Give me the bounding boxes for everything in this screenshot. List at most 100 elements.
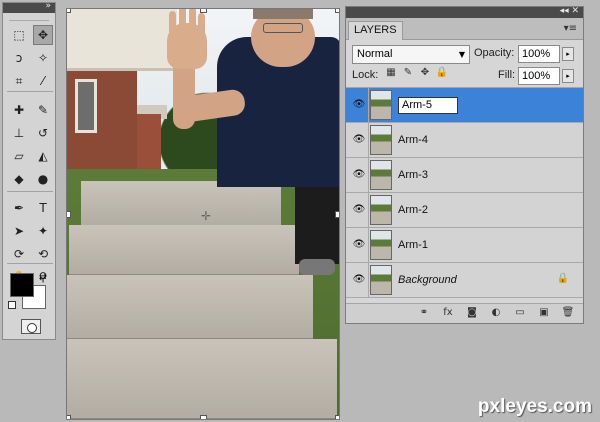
layer-rename-input[interactable]: Arm-5 <box>398 97 458 114</box>
transform-handle[interactable] <box>67 9 71 13</box>
collapse-icon[interactable]: » <box>45 1 51 11</box>
lock-position-icon[interactable]: ✥ <box>418 67 432 81</box>
chevron-down-icon: ▼ <box>458 50 465 59</box>
history-brush-tool-icon[interactable]: ↺ <box>33 123 53 143</box>
layer-row[interactable]: 👁 Arm-5 <box>346 88 583 123</box>
layer-row[interactable]: 👁 Arm-2 <box>346 193 583 228</box>
eye-icon[interactable]: 👁 <box>351 99 367 111</box>
healing-brush-tool-icon[interactable]: ✚ <box>9 100 29 120</box>
lock-icon: 🔒 <box>556 273 569 284</box>
layer-thumbnail[interactable] <box>370 125 392 155</box>
transform-handle[interactable] <box>335 211 339 218</box>
eye-icon[interactable]: 👁 <box>351 204 367 216</box>
finger <box>179 9 186 29</box>
finger <box>198 13 205 37</box>
layer-name[interactable]: Arm-4 <box>398 134 428 146</box>
house-roof-near <box>67 9 177 71</box>
lock-all-icon[interactable]: 🔒 <box>435 67 449 81</box>
lock-label: Lock: <box>352 69 379 81</box>
panel-menu-icon[interactable]: ▾≡ <box>564 23 577 34</box>
tab-layers[interactable]: LAYERS <box>348 21 403 40</box>
adjustment-layer-icon[interactable]: ◐ <box>488 307 504 321</box>
opacity-label: Opacity: <box>474 47 515 59</box>
lock-transparent-icon[interactable]: ▦ <box>384 67 398 81</box>
eye-icon[interactable]: 👁 <box>351 274 367 286</box>
magic-wand-tool-icon[interactable]: ✧ <box>33 48 53 68</box>
path-selection-tool-icon[interactable]: ➤ <box>9 221 29 241</box>
delete-layer-icon[interactable]: 🗑 <box>560 307 576 321</box>
layers-panel-header[interactable]: ◂◂ ✕ <box>346 6 583 18</box>
transform-handle[interactable] <box>335 9 339 13</box>
shape-tool-icon[interactable]: ✦ <box>33 221 53 241</box>
finger <box>189 9 196 31</box>
layer-row[interactable]: 👁 Arm-4 <box>346 123 583 158</box>
blend-mode-select[interactable]: Normal ▼ <box>352 45 470 64</box>
layer-thumbnail[interactable] <box>370 90 392 120</box>
stair-step <box>81 181 281 229</box>
eye-icon[interactable]: 👁 <box>351 134 367 146</box>
layers-panel: ◂◂ ✕ LAYERS ▾≡ Normal ▼ Opacity: 100% ▸ … <box>345 6 584 324</box>
eye-icon[interactable]: 👁 <box>351 239 367 251</box>
tools-grip[interactable] <box>9 13 49 21</box>
lasso-tool-icon[interactable]: ↄ <box>9 48 29 68</box>
man-forearm <box>173 59 195 129</box>
transform-handle[interactable] <box>335 415 339 419</box>
dodge-tool-icon[interactable]: ● <box>33 169 53 189</box>
type-tool-icon[interactable]: T <box>33 198 53 218</box>
eraser-tool-icon[interactable]: ▱ <box>9 146 29 166</box>
new-group-icon[interactable]: ▭ <box>512 307 528 321</box>
opacity-slider-button[interactable]: ▸ <box>562 47 574 61</box>
tool-divider <box>7 91 53 92</box>
default-colors-icon[interactable] <box>8 301 16 309</box>
layer-thumbnail[interactable] <box>370 230 392 260</box>
house-window <box>75 79 97 133</box>
blur-tool-icon[interactable]: ◆ <box>9 169 29 189</box>
layer-thumbnail[interactable] <box>370 160 392 190</box>
3d-rotate-tool-icon[interactable]: ⟳ <box>9 244 29 264</box>
stair-step <box>67 275 313 341</box>
layers-tab-bar: LAYERS ▾≡ <box>346 18 583 40</box>
layer-row[interactable]: 👁 Background 🔒 <box>346 263 583 298</box>
panel-controls-icon[interactable]: ◂◂ ✕ <box>560 6 579 16</box>
new-layer-icon[interactable]: ▣ <box>536 307 552 321</box>
layer-thumbnail[interactable] <box>370 265 392 295</box>
tools-panel-header[interactable]: » <box>3 1 55 13</box>
clone-stamp-tool-icon[interactable]: ⊥ <box>9 123 29 143</box>
transform-handle[interactable] <box>200 415 207 419</box>
quick-mask-button[interactable] <box>21 319 41 334</box>
transform-center-icon[interactable]: ✛ <box>201 209 211 223</box>
layer-style-icon[interactable]: fx <box>440 307 456 321</box>
divider <box>368 88 369 123</box>
opacity-input[interactable]: 100% <box>518 45 560 63</box>
transform-handle[interactable] <box>67 415 71 419</box>
add-mask-icon[interactable]: ◙ <box>464 307 480 321</box>
transform-handle[interactable] <box>67 211 71 218</box>
brush-tool-icon[interactable]: ✎ <box>33 100 53 120</box>
transform-handle[interactable] <box>200 9 207 13</box>
fill-slider-button[interactable]: ▸ <box>562 69 574 83</box>
layer-name[interactable]: Arm-3 <box>398 169 428 181</box>
foreground-color-swatch[interactable] <box>10 273 34 297</box>
paint-bucket-tool-icon[interactable]: ◭ <box>33 146 53 166</box>
stair-step <box>67 339 337 419</box>
eye-icon[interactable]: 👁 <box>351 169 367 181</box>
man-hair <box>253 9 313 19</box>
marquee-tool-icon[interactable]: ⬚ <box>9 25 29 45</box>
3d-orbit-tool-icon[interactable]: ⟲ <box>33 244 53 264</box>
layer-row[interactable]: 👁 Arm-1 <box>346 228 583 263</box>
layer-name[interactable]: Arm-1 <box>398 239 428 251</box>
layer-thumbnail[interactable] <box>370 195 392 225</box>
crop-tool-icon[interactable]: ⌗ <box>9 71 29 91</box>
move-tool-icon[interactable]: ✥ <box>33 25 53 45</box>
image-canvas[interactable]: ✛ <box>66 8 340 420</box>
link-layers-icon[interactable]: ⚭ <box>416 307 432 321</box>
layer-name[interactable]: Background <box>398 274 457 286</box>
eyedropper-tool-icon[interactable]: ⁄ <box>33 71 53 91</box>
blend-mode-value: Normal <box>357 48 393 60</box>
swap-colors-icon[interactable]: ⇄ <box>39 273 47 283</box>
fill-input[interactable]: 100% <box>518 67 560 85</box>
layer-name[interactable]: Arm-2 <box>398 204 428 216</box>
lock-image-icon[interactable]: ✎ <box>401 67 415 81</box>
pen-tool-icon[interactable]: ✒ <box>9 198 29 218</box>
layer-row[interactable]: 👁 Arm-3 <box>346 158 583 193</box>
